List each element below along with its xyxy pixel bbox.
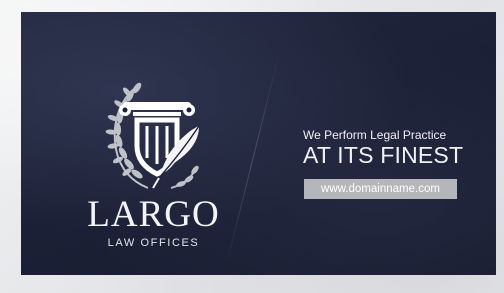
brand-subtitle: LAW OFFICES xyxy=(107,237,200,249)
business-card: LARGO LAW OFFICES We Perform Legal Pract… xyxy=(21,12,496,275)
website-url[interactable]: www.domainname.com xyxy=(304,179,457,199)
column-capital-icon xyxy=(119,102,195,116)
tagline-line-1: We Perform Legal Practice xyxy=(303,128,447,142)
brand-name: LARGO xyxy=(87,194,220,235)
tagline-block: We Perform Legal Practice AT ITS FINEST xyxy=(303,128,463,168)
tagline-line-2: AT ITS FINEST xyxy=(303,142,464,168)
diagonal-divider xyxy=(225,52,280,266)
brand-block: LARGO LAW OFFICES xyxy=(76,194,231,250)
shield-icon xyxy=(134,117,180,177)
logo-emblem xyxy=(105,82,200,189)
